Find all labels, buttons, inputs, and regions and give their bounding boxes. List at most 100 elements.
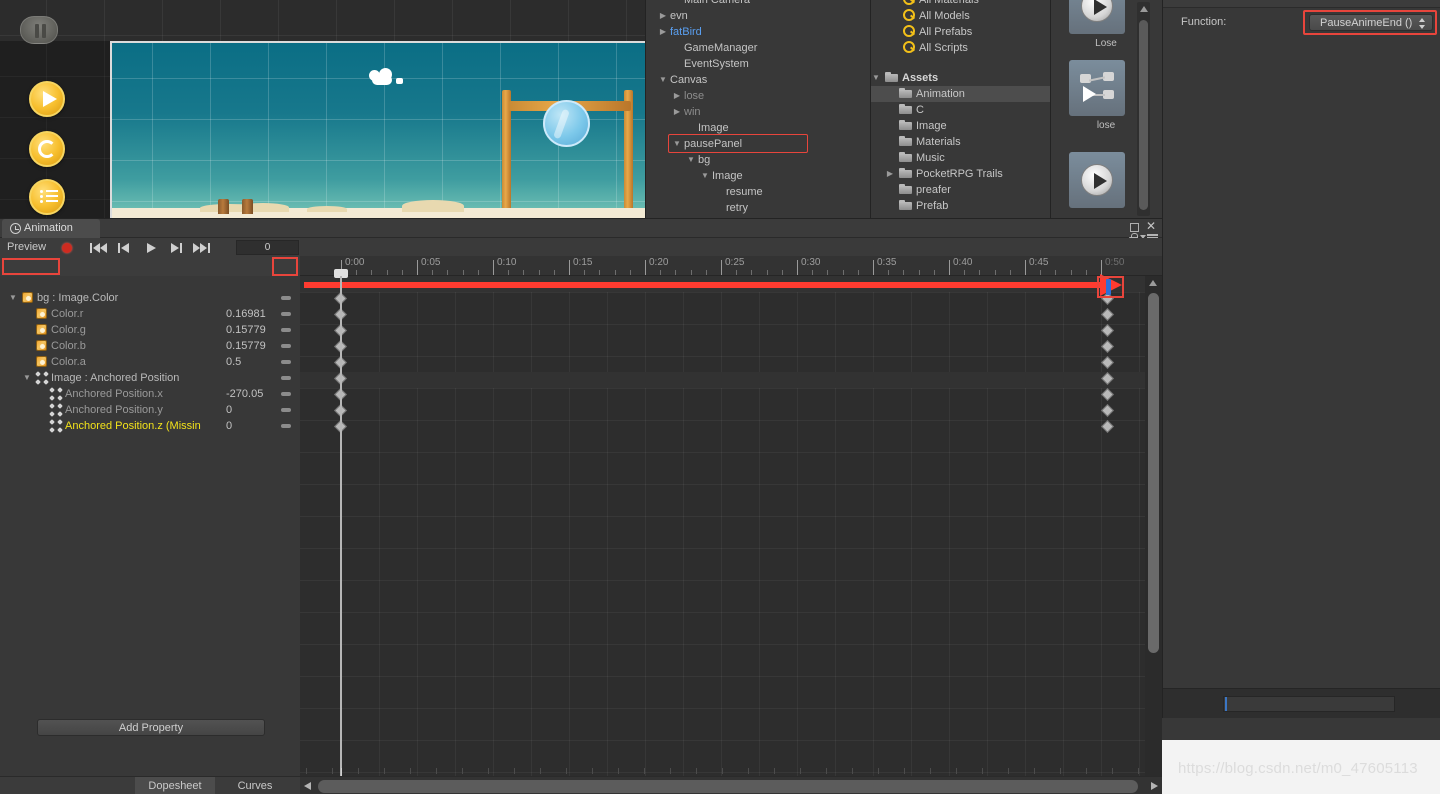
animation-property-row[interactable]: Color.a 0.5 bbox=[0, 354, 300, 370]
animation-property-row[interactable]: Anchored Position.y 0 bbox=[0, 402, 300, 418]
chevron-right-icon[interactable]: ▶ bbox=[672, 104, 682, 120]
preview-label[interactable]: Preview bbox=[7, 238, 46, 257]
hierarchy-item-main-camera[interactable]: Main Camera bbox=[646, 0, 750, 8]
remove-property-icon[interactable] bbox=[281, 296, 291, 300]
animation-window[interactable]: Animation ✕ Preview 0 Add Property ▼ bg … bbox=[0, 218, 1162, 794]
project-tree-panel[interactable]: All Materials All Models All Prefabs All Sc… bbox=[870, 0, 1050, 218]
animation-property-row[interactable]: Anchored Position.x -270.05 bbox=[0, 386, 300, 402]
animation-property-value[interactable]: -270.05 bbox=[226, 386, 288, 402]
inspector-text-field[interactable] bbox=[1223, 696, 1395, 712]
project-folder-animation[interactable]: Animation bbox=[871, 86, 1050, 102]
project-folder-prefab[interactable]: Prefab bbox=[871, 198, 1050, 214]
remove-property-icon[interactable] bbox=[281, 360, 291, 364]
chevron-down-icon[interactable]: ▼ bbox=[871, 70, 881, 86]
property-list[interactable]: Add Property ▼ bg : Image.Color Color.r 0.1… bbox=[0, 276, 300, 776]
scrollbar-thumb[interactable] bbox=[1148, 293, 1159, 653]
remove-property-icon[interactable] bbox=[281, 344, 291, 348]
hierarchy-item-fatbird[interactable]: ▶ fatBird bbox=[646, 24, 702, 40]
tab-curves[interactable]: Curves bbox=[215, 777, 295, 794]
hierarchy-item-win[interactable]: ▶ win bbox=[646, 104, 701, 120]
animation-property-row[interactable]: Anchored Position.z (Missin 0 bbox=[0, 418, 300, 434]
chevron-right-icon[interactable]: ▶ bbox=[658, 8, 668, 24]
chevron-down-icon[interactable]: ▼ bbox=[22, 370, 32, 386]
scene-game-view[interactable] bbox=[0, 0, 645, 218]
remove-property-icon[interactable] bbox=[281, 376, 291, 380]
play-icon[interactable] bbox=[29, 81, 65, 117]
project-folder-preafer[interactable]: preafer bbox=[871, 182, 1050, 198]
remove-property-icon[interactable] bbox=[281, 328, 291, 332]
project-folder-pocketrpg-trails[interactable]: ▶ PocketRPG Trails bbox=[871, 166, 1050, 182]
keyframe-diamond[interactable] bbox=[1101, 420, 1114, 433]
animation-property-value[interactable]: 0.15779 bbox=[226, 338, 288, 354]
project-filter-all-models[interactable]: All Models bbox=[871, 8, 1050, 24]
hierarchy-panel[interactable]: Main Camera ▶ evn ▶ fatBird GameManager EventS… bbox=[645, 0, 870, 218]
hierarchy-item-evn[interactable]: ▶ evn bbox=[646, 8, 688, 24]
tab-dopesheet[interactable]: Dopesheet bbox=[135, 777, 215, 794]
scroll-right-arrow-icon[interactable] bbox=[1151, 782, 1158, 790]
remove-property-icon[interactable] bbox=[281, 408, 291, 412]
project-filter-all-scripts[interactable]: All Scripts bbox=[871, 40, 1050, 56]
hierarchy-item-image[interactable]: ▼ Image bbox=[646, 168, 743, 184]
list-icon[interactable] bbox=[29, 179, 65, 215]
project-folder-image[interactable]: Image bbox=[871, 118, 1050, 134]
current-frame-field[interactable]: 0 bbox=[236, 240, 299, 255]
tab-animation[interactable]: Animation bbox=[2, 219, 100, 238]
restart-icon[interactable] bbox=[29, 131, 65, 167]
asset-grid[interactable]: Lose lose bbox=[1050, 0, 1162, 218]
keyframe-diamond[interactable] bbox=[1101, 356, 1114, 369]
maximize-icon[interactable] bbox=[1128, 221, 1140, 233]
pause-icon[interactable] bbox=[20, 16, 58, 44]
close-icon[interactable]: ✕ bbox=[1145, 220, 1157, 233]
play-icon[interactable] bbox=[138, 240, 164, 256]
hierarchy-item-resume[interactable]: resume bbox=[646, 184, 763, 200]
dopesheet-grid[interactable] bbox=[300, 276, 1145, 794]
keyframe-diamond[interactable] bbox=[1101, 340, 1114, 353]
animation-toolbar[interactable]: Preview 0 bbox=[0, 238, 300, 294]
chevron-right-icon[interactable]: ▶ bbox=[885, 166, 895, 182]
scroll-up-arrow-icon[interactable] bbox=[1149, 280, 1157, 286]
next-frame-icon[interactable] bbox=[164, 240, 190, 256]
hierarchy-item-lose[interactable]: ▶ lose bbox=[646, 88, 704, 104]
keyframe-diamond[interactable] bbox=[1101, 388, 1114, 401]
animation-property-row[interactable]: Color.g 0.15779 bbox=[0, 322, 300, 338]
last-frame-icon[interactable] bbox=[190, 240, 216, 256]
project-filter-all-prefabs[interactable]: All Prefabs bbox=[871, 24, 1050, 40]
animation-property-value[interactable]: 0.15779 bbox=[226, 322, 288, 338]
scroll-left-arrow-icon[interactable] bbox=[304, 782, 311, 790]
animation-property-value[interactable]: 0 bbox=[226, 418, 288, 434]
timeline-vertical-scrollbar[interactable] bbox=[1145, 276, 1162, 794]
scrollbar-thumb[interactable] bbox=[318, 780, 1138, 793]
chevron-down-icon[interactable]: ▼ bbox=[686, 152, 696, 168]
chevron-down-icon[interactable]: ▼ bbox=[700, 168, 710, 184]
prev-frame-icon[interactable] bbox=[112, 240, 138, 256]
animation-property-row[interactable]: ▼ bg : Image.Color bbox=[0, 290, 300, 306]
inspector-panel[interactable]: Function: PauseAnimeEnd () bbox=[1162, 0, 1440, 718]
timeline-area[interactable]: 0:00 0:05 0:10 0:15 0:20 0:25 0:30 0:35 0:40 0:45… bbox=[300, 238, 1162, 794]
animation-property-value[interactable]: 0 bbox=[226, 402, 288, 418]
project-folder-assets[interactable]: ▼ Assets bbox=[871, 70, 1050, 86]
project-folder-music[interactable]: Music bbox=[871, 150, 1050, 166]
timeline-ruler[interactable]: 0:00 0:05 0:10 0:15 0:20 0:25 0:30 0:35 0:40 0:45… bbox=[300, 256, 1162, 276]
add-property-button[interactable]: Add Property bbox=[37, 719, 265, 736]
asset-thumbnail-item-2[interactable] bbox=[1069, 152, 1125, 208]
project-folder-c[interactable]: C bbox=[871, 102, 1050, 118]
hierarchy-item-retry[interactable]: retry bbox=[646, 200, 748, 216]
animation-property-value[interactable]: 0.16981 bbox=[226, 306, 288, 322]
first-frame-icon[interactable] bbox=[86, 240, 112, 256]
remove-property-icon[interactable] bbox=[281, 392, 291, 396]
hierarchy-item-canvas[interactable]: ▼ Canvas bbox=[646, 72, 707, 88]
hierarchy-item-gamemanager[interactable]: GameManager bbox=[646, 40, 757, 56]
event-marker[interactable] bbox=[1106, 279, 1111, 295]
remove-property-icon[interactable] bbox=[281, 424, 291, 428]
keyframe-diamond[interactable] bbox=[1101, 404, 1114, 417]
project-filter-all-materials[interactable]: All Materials bbox=[871, 0, 1050, 8]
timeline-horizontal-scrollbar[interactable] bbox=[300, 776, 1162, 794]
animation-property-row[interactable]: ▼ Image : Anchored Position bbox=[0, 370, 300, 386]
remove-property-icon[interactable] bbox=[281, 312, 291, 316]
animation-property-row[interactable]: Color.b 0.15779 bbox=[0, 338, 300, 354]
project-folder-materials[interactable]: Materials bbox=[871, 134, 1050, 150]
chevron-right-icon[interactable]: ▶ bbox=[672, 88, 682, 104]
keyframe-diamond[interactable] bbox=[1101, 308, 1114, 321]
scroll-up-arrow-icon[interactable] bbox=[1140, 6, 1148, 12]
asset-scrollbar[interactable] bbox=[1137, 2, 1150, 216]
